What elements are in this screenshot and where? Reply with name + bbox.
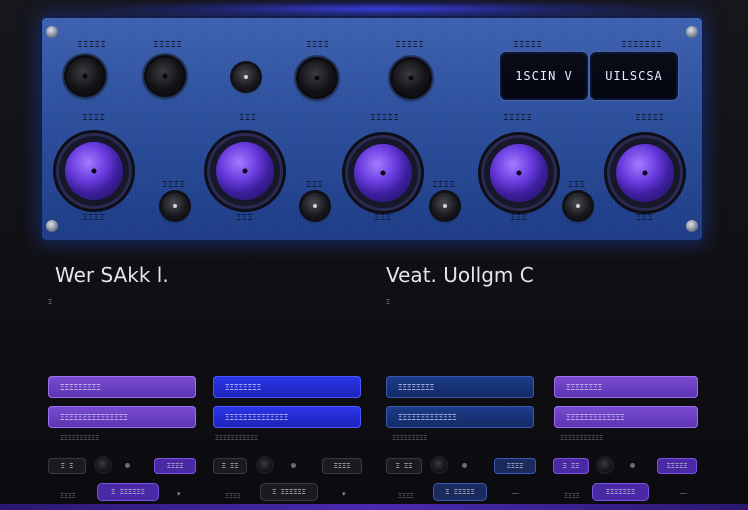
toggle-pill[interactable]: ΞΞΞΞ <box>154 458 196 474</box>
section-title-right: Veat. Uollgm C <box>386 263 534 287</box>
option-button[interactable]: ΞΞΞΞΞΞΞΞΞΞΞΞΞΞΞ <box>48 406 196 428</box>
purple-knob[interactable] <box>354 144 412 202</box>
knob[interactable] <box>565 193 591 219</box>
chevron-down-icon: ▾ <box>177 491 181 498</box>
display-left: 1SCIN V <box>502 54 586 98</box>
knob-label: ΞΞΞ <box>306 180 324 189</box>
purple-knob[interactable] <box>65 142 123 200</box>
knob[interactable] <box>302 193 328 219</box>
toggle-pill[interactable]: ΞΞΞΞ <box>322 458 362 474</box>
purple-knob[interactable] <box>490 144 548 202</box>
mini-knob[interactable] <box>96 458 110 472</box>
toggle-pill[interactable]: ΞΞΞΞΞ <box>657 458 697 474</box>
bottom-label: ΞΞΞΞ <box>564 492 580 500</box>
bottom-label: ΞΞΞΞ <box>398 492 414 500</box>
knob-label: ΞΞΞΞΞΞΞ <box>621 40 663 49</box>
synth-panel: ΞΞΞΞΞ ΞΞΞΞΞ ΞΞΞΞ ΞΞΞΞΞ ΞΞΞΞΞ ΞΞΞΞΞΞΞ 1SC… <box>40 16 704 242</box>
bottom-button[interactable]: Ξ ΞΞΞΞΞ <box>433 483 487 501</box>
paragraph-left: Ξ <box>48 298 53 306</box>
bottom-button[interactable]: Ξ ΞΞΞΞΞΞ <box>97 483 159 501</box>
caption: ΞΞΞΞΞΞΞΞΞΞΞ <box>560 434 604 442</box>
indicator-dot <box>125 463 130 468</box>
knob[interactable] <box>233 64 259 90</box>
screw-icon <box>46 26 58 38</box>
knob[interactable] <box>67 58 103 94</box>
option-button[interactable]: ΞΞΞΞΞΞΞΞΞΞΞΞΞΞ <box>213 406 361 428</box>
purple-knob[interactable] <box>616 144 674 202</box>
knob-label: ΞΞΞΞΞ <box>635 113 665 122</box>
app-root: ΞΞΞΞΞ ΞΞΞΞΞ ΞΞΞΞ ΞΞΞΞΞ ΞΞΞΞΞ ΞΞΞΞΞΞΞ 1SC… <box>0 0 748 510</box>
knob-label: ΞΞΞΞ <box>432 180 456 189</box>
indicator-dot <box>462 463 467 468</box>
knob-label: ΞΞΞ <box>374 213 392 222</box>
knob[interactable] <box>147 58 183 94</box>
caption: ΞΞΞΞΞΞΞΞΞΞΞ <box>215 434 259 442</box>
option-button[interactable]: ΞΞΞΞΞΞΞΞ <box>213 376 361 398</box>
caption: ΞΞΞΞΞΞΞΞΞΞ <box>60 434 100 442</box>
option-button[interactable]: ΞΞΞΞΞΞΞΞΞΞΞΞΞ <box>386 406 534 428</box>
dash-icon: — <box>512 490 519 497</box>
indicator-dot <box>630 463 635 468</box>
bottom-glow <box>0 504 748 510</box>
knob-label: ΞΞΞ <box>236 213 254 222</box>
knob-label: ΞΞΞΞΞ <box>513 40 543 49</box>
knob[interactable] <box>299 60 335 96</box>
mini-knob[interactable] <box>598 458 612 472</box>
knob-label: ΞΞΞ <box>568 180 586 189</box>
paragraph-right: Ξ <box>386 298 391 306</box>
toggle-pill[interactable]: Ξ ΞΞ <box>386 458 422 474</box>
toggle-pill[interactable]: Ξ ΞΞ <box>553 458 589 474</box>
caption: ΞΞΞΞΞΞΞΞΞ <box>392 434 428 442</box>
knob-label: ΞΞΞΞΞ <box>153 40 183 49</box>
knob-label: ΞΞΞΞ <box>82 113 106 122</box>
knob-label: ΞΞΞ <box>510 213 528 222</box>
knob-label: ΞΞΞ <box>239 113 257 122</box>
knob[interactable] <box>432 193 458 219</box>
toggle-pill[interactable]: Ξ ΞΞ <box>213 458 247 474</box>
toggle-pill[interactable]: Ξ Ξ <box>48 458 86 474</box>
knob-label: ΞΞΞ <box>636 213 654 222</box>
screw-icon <box>686 26 698 38</box>
knob-label: ΞΞΞΞΞ <box>503 113 533 122</box>
section-title-left: Wer SAkk l. <box>55 263 169 287</box>
knob-label: ΞΞΞΞ <box>306 40 330 49</box>
mini-knob[interactable] <box>432 458 446 472</box>
screw-icon <box>46 220 58 232</box>
knob-label: ΞΞΞΞ <box>162 180 186 189</box>
display-right: UILSCSA <box>592 54 676 98</box>
dash-icon: — <box>680 490 687 497</box>
chevron-down-icon: ▾ <box>342 491 346 498</box>
bottom-label: ΞΞΞΞ <box>60 492 76 500</box>
knob-label: ΞΞΞΞ <box>82 213 106 222</box>
bottom-button[interactable]: ΞΞΞΞΞΞΞ <box>592 483 649 501</box>
purple-knob[interactable] <box>216 142 274 200</box>
indicator-dot <box>291 463 296 468</box>
knob[interactable] <box>162 193 188 219</box>
option-button[interactable]: ΞΞΞΞΞΞΞΞ <box>554 376 698 398</box>
bottom-label: ΞΞΞΞ <box>225 492 241 500</box>
knob-label: ΞΞΞΞΞ <box>77 40 107 49</box>
knob-label: ΞΞΞΞΞ <box>395 40 425 49</box>
mini-knob[interactable] <box>258 458 272 472</box>
screw-icon <box>686 220 698 232</box>
toggle-pill[interactable]: ΞΞΞΞ <box>494 458 536 474</box>
bottom-button[interactable]: Ξ ΞΞΞΞΞΞ <box>260 483 318 501</box>
option-button[interactable]: ΞΞΞΞΞΞΞΞΞΞΞΞΞ <box>554 406 698 428</box>
knob-label: ΞΞΞΞΞ <box>370 113 400 122</box>
option-button[interactable]: ΞΞΞΞΞΞΞΞΞ <box>48 376 196 398</box>
option-button[interactable]: ΞΞΞΞΞΞΞΞ <box>386 376 534 398</box>
knob[interactable] <box>393 60 429 96</box>
